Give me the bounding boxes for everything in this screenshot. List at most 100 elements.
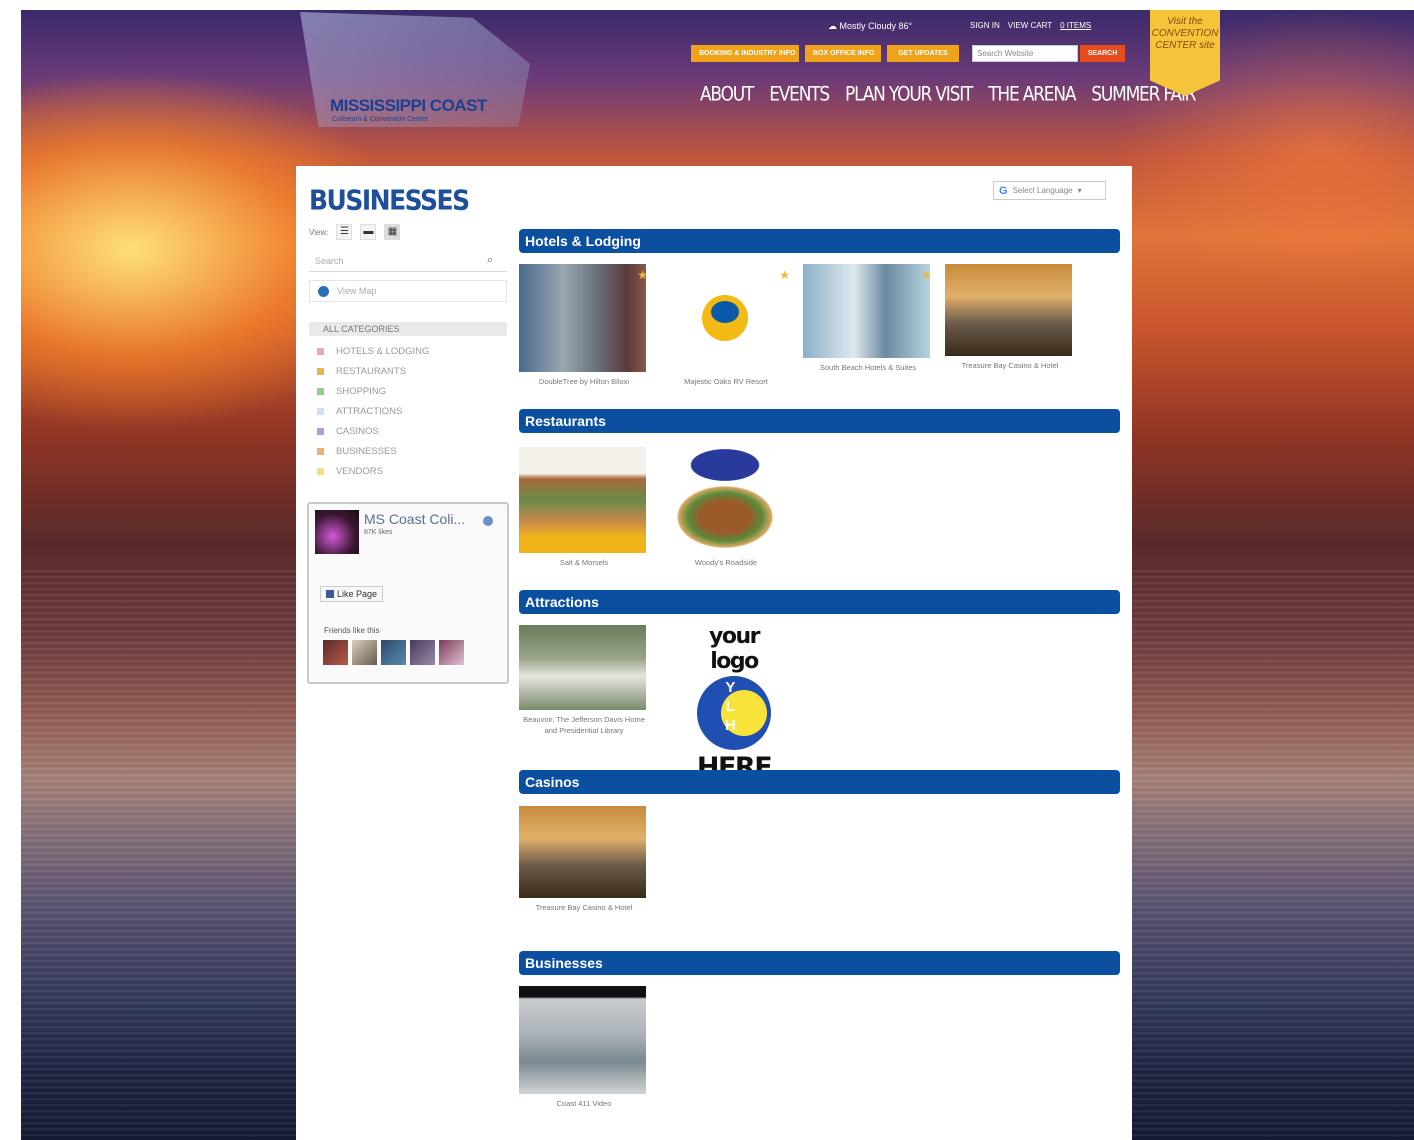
business-card[interactable]: Treasure Bay Casino & Hotel [519, 806, 649, 913]
category-color-swatch [317, 427, 324, 435]
casino-building-photo [945, 264, 1072, 356]
map-marker-icon [318, 285, 329, 297]
sign-in-link[interactable]: SIGN IN [970, 21, 1000, 30]
hotel-tower-photo: ★ [519, 264, 646, 372]
friend-avatar[interactable] [439, 640, 464, 665]
view-label: View: [309, 227, 329, 237]
category-attractions[interactable]: ATTRACTIONS [309, 401, 507, 421]
section-casinos: Casinos [519, 770, 1120, 794]
tree-logo-graphic [701, 295, 748, 341]
content-panel: BUSINESSES View: ☰ ▬ ▦ Search ⌕ View Map… [296, 166, 1132, 1140]
category-label: RESTAURANTS [336, 365, 407, 377]
category-color-swatch [317, 367, 324, 375]
cart-items-link[interactable]: 0 ITEMS [1060, 21, 1091, 30]
friend-avatar[interactable] [410, 640, 435, 665]
language-select[interactable]: G Select Language ▾ [993, 181, 1106, 200]
business-name: South Beach Hotels & Suites [819, 363, 917, 372]
featured-star-icon: ★ [921, 268, 930, 282]
category-label: CASINOS [336, 425, 379, 437]
convention-center-badge[interactable]: Visit the CONVENTION CENTER site [1150, 10, 1220, 96]
category-hotels[interactable]: HOTELS & LODGING [309, 341, 507, 361]
booking-industry-button[interactable]: BOOKING & INDUSTRY INFO [691, 45, 799, 62]
category-color-swatch [317, 407, 324, 415]
category-restaurants[interactable]: RESTAURANTS [309, 361, 507, 381]
casino-building-photo [519, 806, 646, 898]
nav-plan-your-visit[interactable]: PLAN YOUR VISIT [845, 83, 973, 106]
category-color-swatch [317, 467, 324, 475]
account-links: SIGN IN VIEW CART 0 ITEMS [970, 21, 1091, 30]
facebook-page-avatar[interactable] [315, 510, 359, 554]
facebook-likes: 87K likes [364, 529, 393, 536]
site-search-input[interactable]: Search Website [972, 45, 1078, 62]
business-name: Treasure Bay Casino & Hotel [535, 903, 633, 912]
business-card[interactable]: ★ DoubleTree by Hilton Biloxi [519, 264, 649, 387]
section-hotels-lodging: Hotels & Lodging [519, 229, 1120, 253]
nav-events[interactable]: EVENTS [769, 83, 830, 106]
site-search-button[interactable]: SEARCH [1080, 45, 1125, 62]
list-view-icon[interactable]: ☰ [336, 224, 353, 240]
business-name: Coast 411 Video [556, 1099, 612, 1108]
main-nav: ABOUT EVENTS PLAN YOUR VISIT THE ARENA S… [700, 83, 1196, 106]
logo-subtitle: Coliseum & Convention Center [332, 116, 429, 123]
ocean-view-room-photo: ★ [803, 264, 930, 358]
chevron-down-icon: ▾ [1077, 186, 1082, 195]
placeholder-top-text: your logo [709, 624, 760, 674]
map-view-button[interactable]: View Map [309, 280, 507, 302]
row-view-icon[interactable]: ▬ [360, 224, 377, 240]
featured-star-icon: ★ [637, 268, 646, 282]
category-shopping[interactable]: SHOPPING [309, 381, 507, 401]
box-office-button[interactable]: BOX OFFICE INFO [805, 45, 881, 62]
business-name: Majestic Oaks RV Resort [684, 377, 768, 386]
nav-about[interactable]: ABOUT [700, 83, 754, 106]
view-cart-link[interactable]: VIEW CART [1008, 21, 1052, 30]
search-icon[interactable]: ⌕ [487, 254, 493, 267]
page-title: BUSINESSES [309, 184, 470, 216]
category-color-swatch [317, 347, 324, 355]
business-card[interactable]: Coast 411 Video [519, 986, 649, 1109]
category-casinos[interactable]: CASINOS [309, 421, 507, 441]
weather-readout: ☁ Mostly Cloudy 86° [828, 21, 913, 31]
category-color-swatch [317, 387, 324, 395]
friend-avatar[interactable] [381, 640, 406, 665]
category-vendors[interactable]: VENDORS [309, 461, 507, 481]
business-name: Salt & Morsels [559, 558, 609, 567]
grid-view-icon[interactable]: ▦ [384, 224, 401, 240]
facebook-widget: MS Coast Coli... 87K likes Like Page Fri… [307, 502, 509, 684]
section-restaurants: Restaurants [519, 409, 1120, 433]
get-updates-button[interactable]: GET UPDATES [887, 45, 959, 62]
placeholder-logo-icon: Y L H [697, 676, 771, 750]
like-label: Like Page [337, 589, 378, 599]
business-name: Beauvoir, The Jefferson Davis Home and P… [523, 715, 645, 735]
category-color-swatch [317, 447, 324, 455]
friend-avatar[interactable] [352, 640, 377, 665]
quick-links: BOOKING & INDUSTRY INFO BOX OFFICE INFO … [691, 45, 959, 62]
section-businesses: Businesses [519, 951, 1120, 975]
category-all[interactable]: ALL CATEGORIES [309, 322, 507, 336]
map-view-label: View Map [337, 286, 377, 296]
language-select-label: Select Language [1012, 186, 1073, 195]
google-icon: G [999, 184, 1008, 197]
category-label: HOTELS & LODGING [336, 345, 430, 357]
food-collage-photo [519, 447, 646, 553]
category-label: ATTRACTIONS [336, 405, 403, 417]
business-card[interactable]: Treasure Bay Casino & Hotel [945, 264, 1075, 371]
facebook-friends-text: Friends like this [324, 626, 380, 635]
business-search-input[interactable]: Search [309, 252, 507, 272]
business-card[interactable]: ★ South Beach Hotels & Suites [803, 264, 933, 373]
facebook-like-button[interactable]: Like Page [320, 586, 384, 602]
business-card[interactable]: Salt & Morsels [519, 447, 649, 568]
facebook-page-name[interactable]: MS Coast Coli... [364, 511, 465, 527]
friend-avatar[interactable] [323, 640, 348, 665]
placeholder-letters: Y L H [725, 679, 736, 734]
burger-photo [661, 447, 788, 553]
business-card[interactable]: ★ Majestic Oaks RV Resort [661, 264, 791, 387]
business-card[interactable]: Woody's Roadside [661, 447, 791, 568]
nav-the-arena[interactable]: THE ARENA [988, 83, 1076, 106]
oak-house-photo [519, 625, 646, 710]
business-card[interactable]: Beauvoir, The Jefferson Davis Home and P… [519, 625, 649, 736]
featured-star-icon: ★ [779, 268, 788, 282]
business-name: Treasure Bay Casino & Hotel [961, 361, 1059, 370]
business-name: DoubleTree by Hilton Biloxi [538, 377, 630, 386]
site-logo[interactable]: MISSISSIPPI COAST Coliseum & Convention … [300, 12, 530, 127]
category-businesses[interactable]: BUSINESSES [309, 441, 507, 461]
